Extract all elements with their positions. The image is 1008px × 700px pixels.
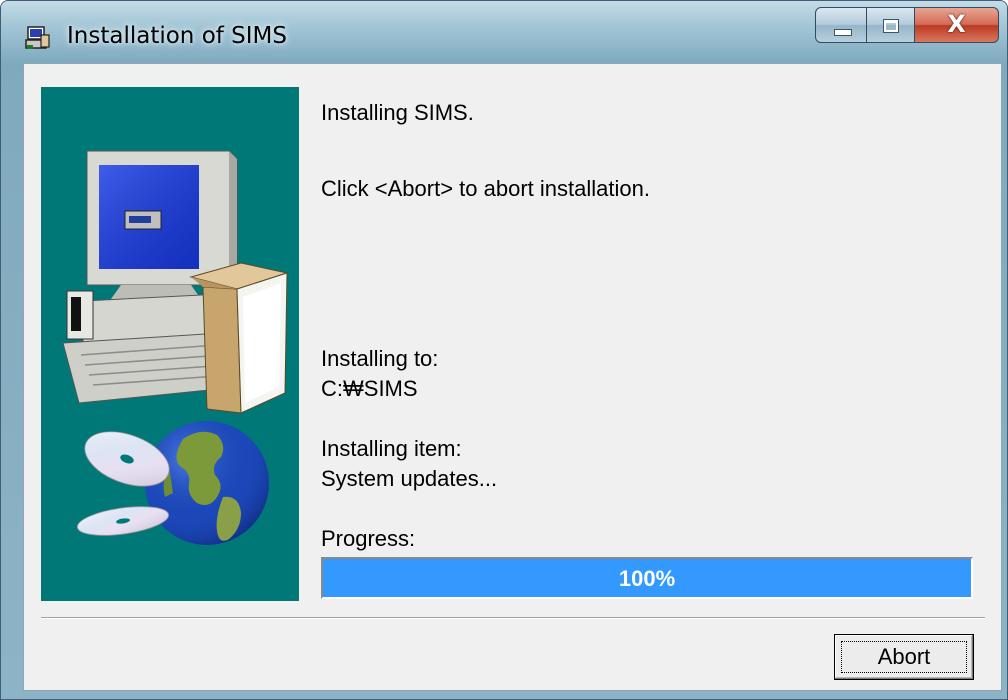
- installer-window: Installation of SIMS X Installing SIMS. …: [0, 0, 1008, 700]
- status-message: Installing SIMS.: [321, 100, 474, 125]
- installer-illustration: [41, 87, 299, 601]
- abort-button-label: Abort: [877, 644, 931, 669]
- cd-disc-icon: [76, 431, 170, 536]
- globe-icon: [145, 421, 269, 545]
- close-button[interactable]: X: [915, 7, 999, 43]
- install-item-value: System updates...: [321, 466, 498, 491]
- progress-percent: 100%: [618, 566, 676, 591]
- installer-app-icon: [25, 25, 51, 51]
- progress-bar: 100%: [321, 557, 973, 599]
- install-path-label: Installing to:: [321, 346, 439, 371]
- install-item-label: Installing item:: [321, 436, 462, 461]
- title-bar[interactable]: Installation of SIMS X: [1, 1, 1007, 63]
- close-icon: X: [947, 10, 966, 38]
- minimize-button[interactable]: [815, 7, 867, 43]
- dialog-client-area: Installing SIMS. Click <Abort> to abort …: [23, 63, 1002, 691]
- minimize-icon: [834, 29, 852, 36]
- window-caption-buttons: X: [815, 7, 999, 45]
- install-path-value: C:₩SIMS: [321, 376, 418, 401]
- maximize-icon: [883, 19, 899, 33]
- window-title: Installation of SIMS: [67, 23, 288, 49]
- maximize-button[interactable]: [867, 7, 915, 43]
- abort-instruction: Click <Abort> to abort installation.: [321, 176, 650, 201]
- progress-label: Progress:: [321, 526, 416, 551]
- divider: [41, 617, 985, 619]
- abort-button[interactable]: Abort: [834, 634, 974, 680]
